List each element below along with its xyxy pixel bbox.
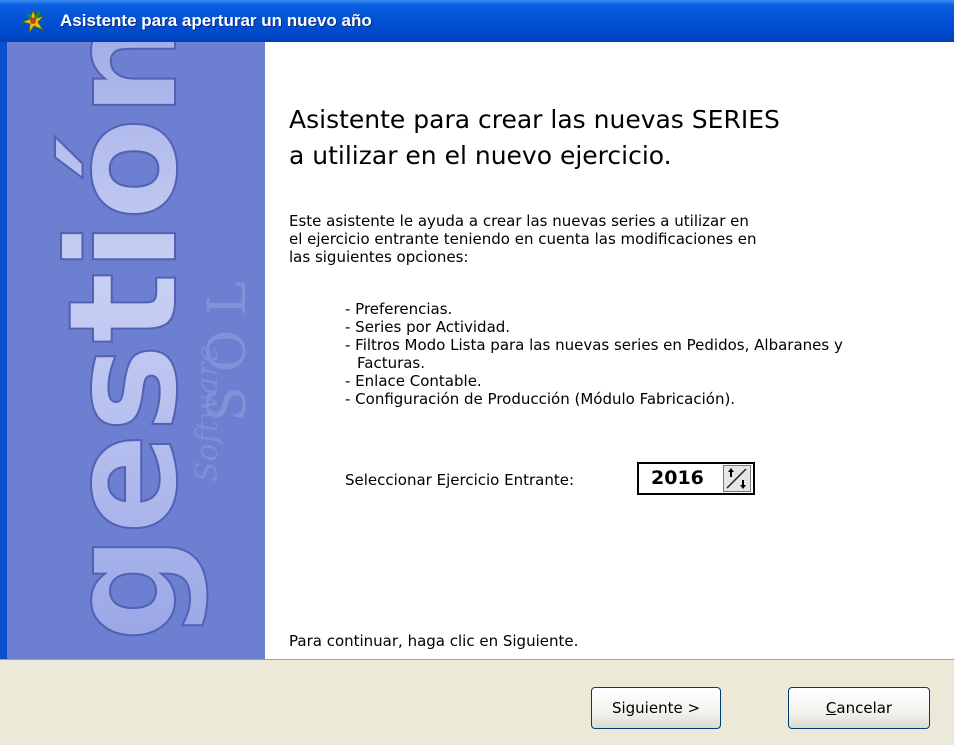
heading-line-1: Asistente para crear las nuevas SERIES [289,105,780,134]
intro-line-2: el ejercicio entrante teniendo en cuenta… [289,230,757,248]
option-item: - Filtros Modo Lista para las nuevas ser… [345,336,843,372]
banner-image: gestión5 SOL Software [7,42,265,659]
options-list: - Preferencias. - Series por Actividad. … [345,300,905,408]
intro-line-3: las siguientes opciones: [289,248,469,266]
cancel-button[interactable]: Cancelar [788,687,930,729]
year-label: Seleccionar Ejercicio Entrante: [345,471,574,489]
logo-script-text: Software [190,345,225,482]
button-bar: Siguiente > Cancelar [0,659,954,745]
option-item: - Configuración de Producción (Módulo Fa… [345,390,736,408]
wizard-intro: Este asistente le ayuda a crear las nuev… [289,212,889,266]
continue-instruction: Para continuar, haga clic en Siguiente. [289,632,579,650]
year-spinbox[interactable]: 2016 [637,462,755,495]
option-item: - Preferencias. [345,300,453,318]
cancel-mnemonic: C [825,699,837,717]
app-icon [20,8,46,34]
heading-line-2: a utilizar en el nuevo ejercicio. [289,141,672,170]
up-down-arrows-icon[interactable] [724,466,750,491]
logo-text: gestión5 [37,42,211,642]
next-button[interactable]: Siguiente > [591,687,721,729]
intro-line-1: Este asistente le ayuda a crear las nuev… [289,212,749,230]
title-bar[interactable]: Asistente para aperturar un nuevo año [0,0,954,42]
option-item: - Series por Actividad. [345,318,511,336]
gestion-logo: gestión5 SOL Software [36,42,258,643]
wizard-content: Asistente para crear las nuevas SERIES a… [265,42,954,659]
wizard-heading: Asistente para crear las nuevas SERIES a… [289,102,939,174]
window-frame [0,42,7,745]
window-title: Asistente para aperturar un nuevo año [60,11,372,30]
year-spin-buttons[interactable] [723,465,751,492]
cancel-label: ancelar [836,699,893,717]
year-value: 2016 [651,467,704,489]
option-item: - Enlace Contable. [345,372,482,390]
